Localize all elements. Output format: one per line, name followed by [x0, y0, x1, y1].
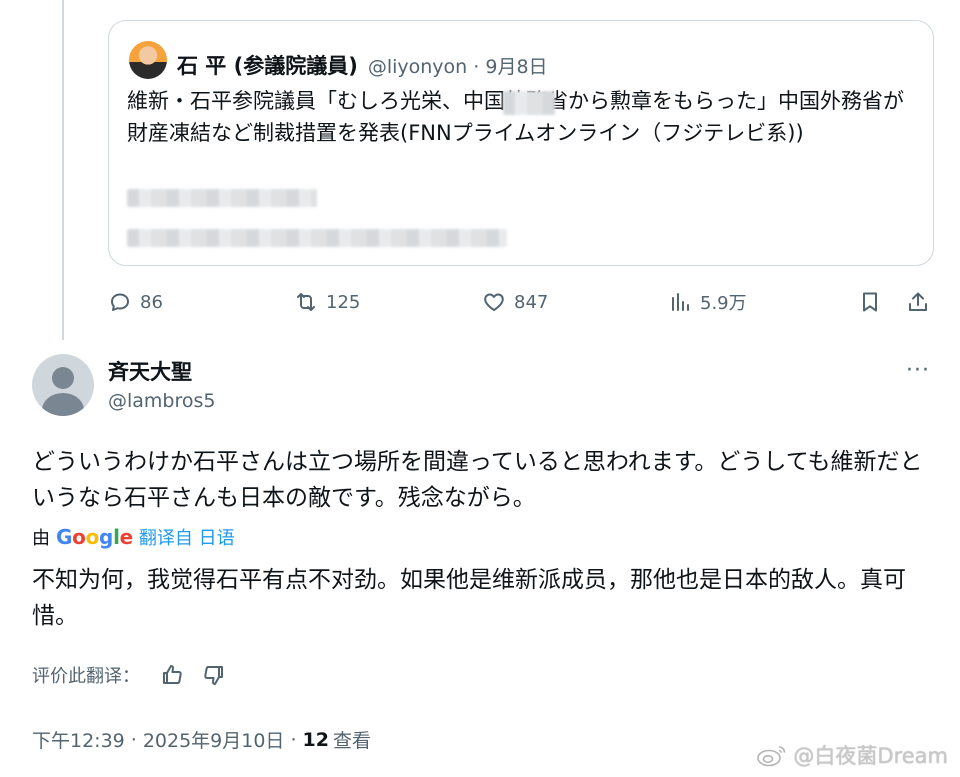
translation-attribution: 由 Google 翻译自 日语 [32, 524, 235, 550]
quote-header: 石 平 (参議院議員) @liyonyon · 9月8日 [177, 50, 548, 80]
quote-author-name[interactable]: 石 平 (参議院議員) [177, 50, 358, 80]
tweet-action-bar: 86 125 847 5.9万 [0, 286, 960, 318]
tweet-date[interactable]: 2025年9月10日 [143, 726, 285, 753]
tweet-view-count: 12 [302, 728, 329, 751]
heart-icon [484, 293, 504, 311]
translated-text: 不知为何，我觉得石平有点不对劲。如果他是维新派成员，那他也是日本的敌人。真可惜。 [32, 567, 906, 629]
like-button[interactable]: 847 [482, 286, 548, 318]
quote-handle-text: @liyonyon [367, 56, 468, 78]
translate-prefix: 由 [32, 528, 50, 549]
thumbs-down-icon[interactable] [202, 663, 226, 687]
avatar-head-shape [52, 367, 74, 389]
redacted-blur [127, 189, 317, 207]
weibo-watermark: @白夜菌Dream [755, 740, 948, 770]
quoted-tweet-card[interactable]: 石 平 (参議院議員) @liyonyon · 9月8日 維新・石平参院議員「む… [108, 20, 934, 266]
more-options-button[interactable]: ··· [900, 358, 936, 383]
reply-author-handle[interactable]: @lambros5 [108, 390, 216, 412]
tweet-time[interactable]: 下午12:39 [32, 726, 125, 753]
views-count: 5.9万 [700, 293, 747, 314]
retweet-count: 125 [326, 291, 361, 313]
retweet-icon [297, 293, 315, 311]
watermark-text: @白夜菌Dream [793, 744, 948, 768]
quote-author-avatar[interactable] [129, 41, 167, 79]
reply-author-avatar[interactable] [32, 354, 94, 416]
quote-date[interactable]: 9月8日 [485, 56, 547, 78]
meta-separator: · [290, 728, 297, 751]
rate-label: 评价此翻译： [32, 666, 140, 687]
like-count: 847 [514, 291, 549, 313]
tweet-metadata: 下午12:39 · 2025年9月10日 · 12 查看 [32, 726, 371, 753]
thumbs-up-icon[interactable] [160, 663, 184, 687]
weibo-logo-icon [757, 746, 786, 767]
views-button[interactable]: 5.9万 [668, 286, 747, 318]
google-logo: Google [56, 525, 133, 549]
reply-button[interactable]: 86 [108, 286, 163, 318]
quote-author-handle: @liyonyon · 9月8日 [368, 52, 548, 79]
reply-text: どういうわけか石平さんは立つ場所を間違っていると思われます。どうしても維新だとい… [32, 449, 923, 511]
retweet-button[interactable]: 125 [294, 286, 360, 318]
share-button[interactable] [906, 286, 930, 318]
share-icon [909, 292, 927, 311]
redacted-blur [503, 91, 555, 115]
reply-icon [111, 293, 129, 311]
meta-separator: · [130, 728, 137, 751]
reply-author-name[interactable]: 斉天大聖 [108, 356, 192, 386]
avatar-body-shape [42, 393, 84, 416]
reply-count: 86 [140, 291, 163, 313]
rate-translation: 评价此翻译： [32, 662, 226, 688]
redacted-blur [127, 229, 507, 247]
tweet-view-label: 查看 [332, 730, 371, 752]
bookmark-button[interactable] [858, 286, 882, 318]
bookmark-icon [863, 292, 877, 312]
quote-separator: · [473, 56, 480, 78]
translate-source-link[interactable]: 翻译自 日语 [139, 524, 235, 550]
analytics-icon [672, 293, 689, 311]
